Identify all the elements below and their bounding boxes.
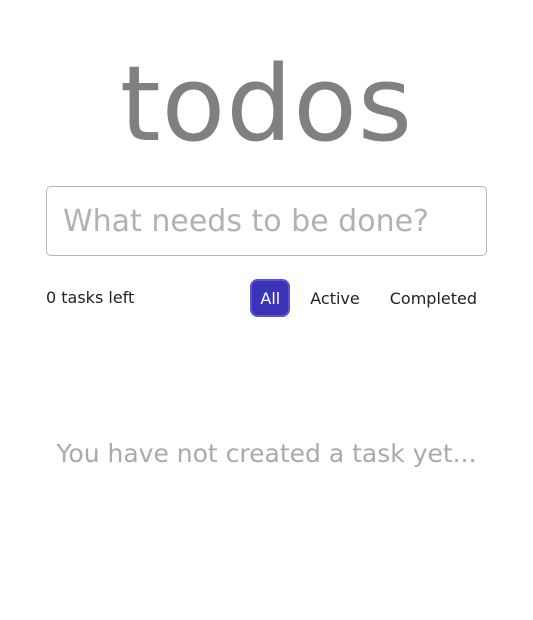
filter-completed-button[interactable]: Completed [380, 279, 487, 317]
tasks-left-count: 0 tasks left [46, 288, 135, 307]
empty-state-message: You have not created a task yet... [56, 439, 477, 468]
new-task-input[interactable] [46, 186, 487, 256]
app-title: todos [119, 43, 414, 165]
filter-all-button[interactable]: All [250, 279, 291, 317]
filter-active-button[interactable]: Active [300, 279, 370, 317]
filter-bar: 0 tasks left All Active Completed [46, 278, 487, 318]
filter-group: All Active Completed [240, 278, 487, 318]
